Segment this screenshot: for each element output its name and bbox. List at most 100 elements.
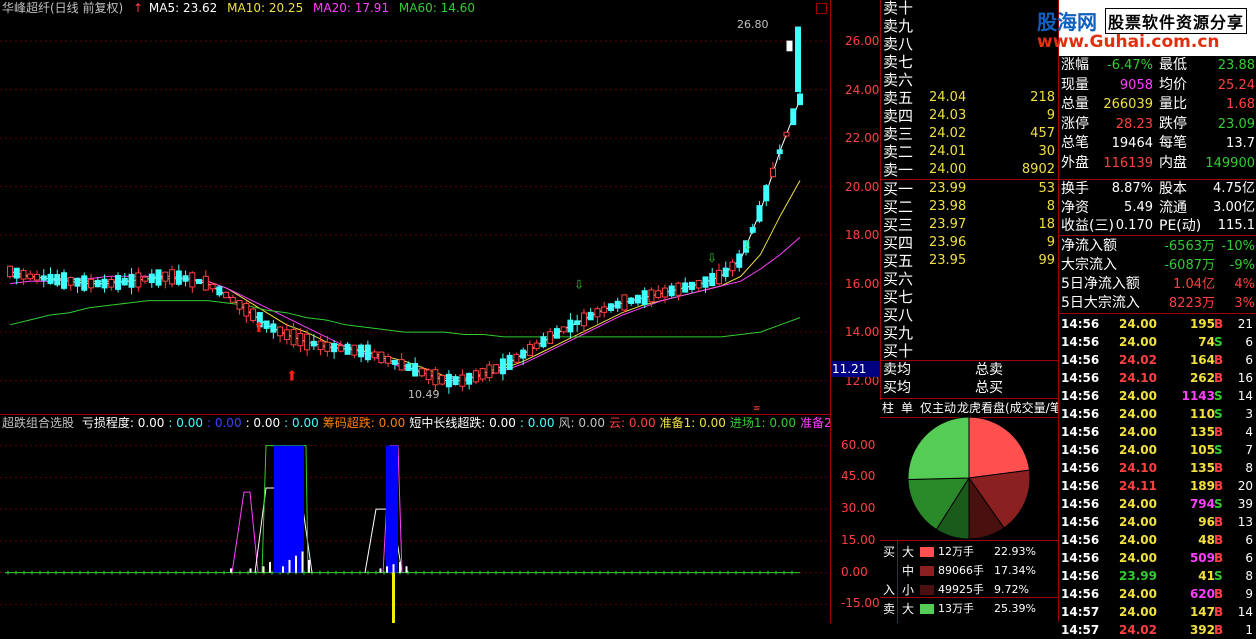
- candle-body: [223, 291, 230, 299]
- tick-side: S: [1214, 407, 1223, 421]
- tick-time: 14:56: [1061, 335, 1100, 349]
- candle-body: [47, 273, 54, 284]
- tab-active-only[interactable]: 仅主动: [920, 399, 956, 417]
- quote-stat-row: 涨停 28.23 跌停 23.09: [1061, 115, 1255, 134]
- quote-panel: 股海网 股票软件资源分享 www.Guhai.com.cn 涨幅 -6.47% 最低…: [1037, 0, 1256, 637]
- tick-row[interactable]: 14:56 24.00 195 B 21: [1061, 315, 1255, 333]
- candle-body: [479, 368, 486, 380]
- tick-side: B: [1214, 479, 1224, 493]
- order-row: 买二 23.98 8: [883, 198, 1057, 216]
- red-arrow-icon: ⬆: [286, 369, 298, 385]
- ma-line-ma10: [10, 180, 801, 379]
- candle-body: [729, 261, 736, 272]
- tick-side: B: [1214, 461, 1224, 475]
- tick-row[interactable]: 14:56 24.00 620 B 9: [1061, 585, 1255, 603]
- candle-body: [513, 353, 520, 363]
- tick-volume: 96: [1198, 515, 1215, 529]
- stat-label: 最低: [1159, 57, 1187, 73]
- order-label: 买十: [883, 342, 914, 360]
- tick-time: 14:56: [1061, 533, 1100, 547]
- tab-bar[interactable]: 柱: [882, 399, 894, 417]
- money-flow-value: 1.04亿: [1173, 277, 1215, 292]
- tick-row[interactable]: 14:56 24.11 189 B 20: [1061, 477, 1255, 495]
- order-label: 买九: [883, 324, 914, 342]
- candle-body: [182, 275, 189, 282]
- order-row: 卖五 24.04 218: [883, 89, 1057, 107]
- order-price: 23.98: [929, 199, 967, 214]
- money-flow-label: 5日净流入额: [1061, 276, 1140, 292]
- tick-count: 8: [1245, 569, 1253, 583]
- flow-pie-chart: [907, 416, 1031, 540]
- candle-body: [553, 328, 560, 339]
- stat-value: -6.47%: [1107, 58, 1153, 73]
- candle-body: [358, 344, 365, 358]
- tick-row[interactable]: 14:56 24.00 135 B 4: [1061, 423, 1255, 441]
- tab-longhu[interactable]: 龙虎看盘(成交量/笔: [957, 399, 1058, 417]
- tick-row[interactable]: 14:56 23.99 41 S 8: [1061, 567, 1255, 585]
- candle-body: [786, 40, 793, 52]
- tick-row[interactable]: 14:56 24.00 96 B 13: [1061, 513, 1255, 531]
- tick-row[interactable]: 14:56 24.00 509 B 6: [1061, 549, 1255, 567]
- order-price: 23.97: [929, 217, 967, 232]
- panel-tabs: 柱 单 仅主动 龙虎看盘(成交量/笔: [880, 398, 1058, 418]
- candle-body: [209, 284, 216, 290]
- tick-time: 14:56: [1061, 407, 1100, 421]
- candle-body: [439, 374, 446, 385]
- tick-row[interactable]: 14:57 24.00 147 B 14: [1061, 603, 1255, 621]
- tick-row[interactable]: 14:56 24.00 74 S 6: [1061, 333, 1255, 351]
- indicator-bar: [262, 566, 265, 573]
- candle-body: [722, 267, 729, 277]
- tick-row[interactable]: 14:56 24.00 794 S 39: [1061, 495, 1255, 513]
- candle-body: [520, 349, 527, 359]
- order-row: 买八: [883, 306, 1057, 324]
- tick-time: 14:56: [1061, 515, 1100, 529]
- money-flow-pct: -10%: [1221, 239, 1255, 254]
- candle-body: [432, 369, 439, 386]
- candle-body: [533, 342, 540, 350]
- tab-single[interactable]: 单: [901, 399, 913, 417]
- order-label: 卖八: [883, 35, 914, 53]
- candle-body: [795, 26, 801, 93]
- tick-row[interactable]: 14:56 24.10 135 B 8: [1061, 459, 1255, 477]
- candle-body: [385, 355, 392, 364]
- signal-fill: [392, 572, 395, 623]
- order-volume: 8: [1046, 199, 1055, 214]
- candle-body: [34, 273, 41, 281]
- candle-body: [121, 277, 128, 286]
- tick-price: 24.11: [1119, 479, 1157, 493]
- candle-body: [797, 93, 803, 106]
- indicator-panel[interactable]: 超跌组合选股 亏损程度: 0.00: 0.00: 0.00: 0.00: 0.0…: [0, 414, 831, 623]
- indicator-tick-label: 15.00: [841, 532, 876, 547]
- order-label: 买四: [883, 234, 914, 252]
- tick-row[interactable]: 14:56 24.00 48 B 6: [1061, 531, 1255, 549]
- tick-row[interactable]: 14:56 24.02 164 B 6: [1061, 351, 1255, 369]
- order-label: 卖三: [883, 125, 914, 143]
- indicator-bar: [295, 555, 297, 573]
- candle-body: [169, 269, 176, 285]
- order-row: 买三 23.97 18: [883, 216, 1057, 234]
- candle-body: [229, 296, 236, 303]
- candle-body: [27, 273, 34, 280]
- tick-row[interactable]: 14:56 24.10 262 B 16: [1061, 369, 1255, 387]
- tick-time: 14:57: [1061, 605, 1100, 619]
- tick-volume: 41: [1198, 569, 1215, 583]
- green-arrow-icon: ⇩: [574, 277, 584, 291]
- price-tick-label: 22.00: [845, 131, 880, 146]
- fund-label: 股本: [1159, 181, 1187, 197]
- kline-panel[interactable]: 华峰超纤(日线 前复权) ↑ MA5: 23.62 MA10: 20.25 MA…: [0, 0, 831, 414]
- tick-side: S: [1214, 443, 1223, 457]
- candle-body: [567, 319, 574, 333]
- tick-time: 14:56: [1061, 479, 1100, 493]
- tick-side: S: [1214, 569, 1223, 583]
- stat-value: 116139: [1103, 156, 1153, 171]
- order-row: 买九: [883, 324, 1057, 342]
- tick-row[interactable]: 14:56 24.00 1143 S 14: [1061, 387, 1255, 405]
- candle-body: [601, 306, 608, 313]
- tick-row[interactable]: 14:57 24.02 392 B 1: [1061, 621, 1255, 639]
- tick-row[interactable]: 14:56 24.00 105 S 7: [1061, 441, 1255, 459]
- tick-row[interactable]: 14:56 24.00 110 S 3: [1061, 405, 1255, 423]
- order-row: 卖一 24.00 8902: [883, 161, 1057, 179]
- candle-body: [526, 343, 533, 357]
- tick-count: 14: [1237, 605, 1253, 619]
- order-label: 卖二: [883, 143, 914, 161]
